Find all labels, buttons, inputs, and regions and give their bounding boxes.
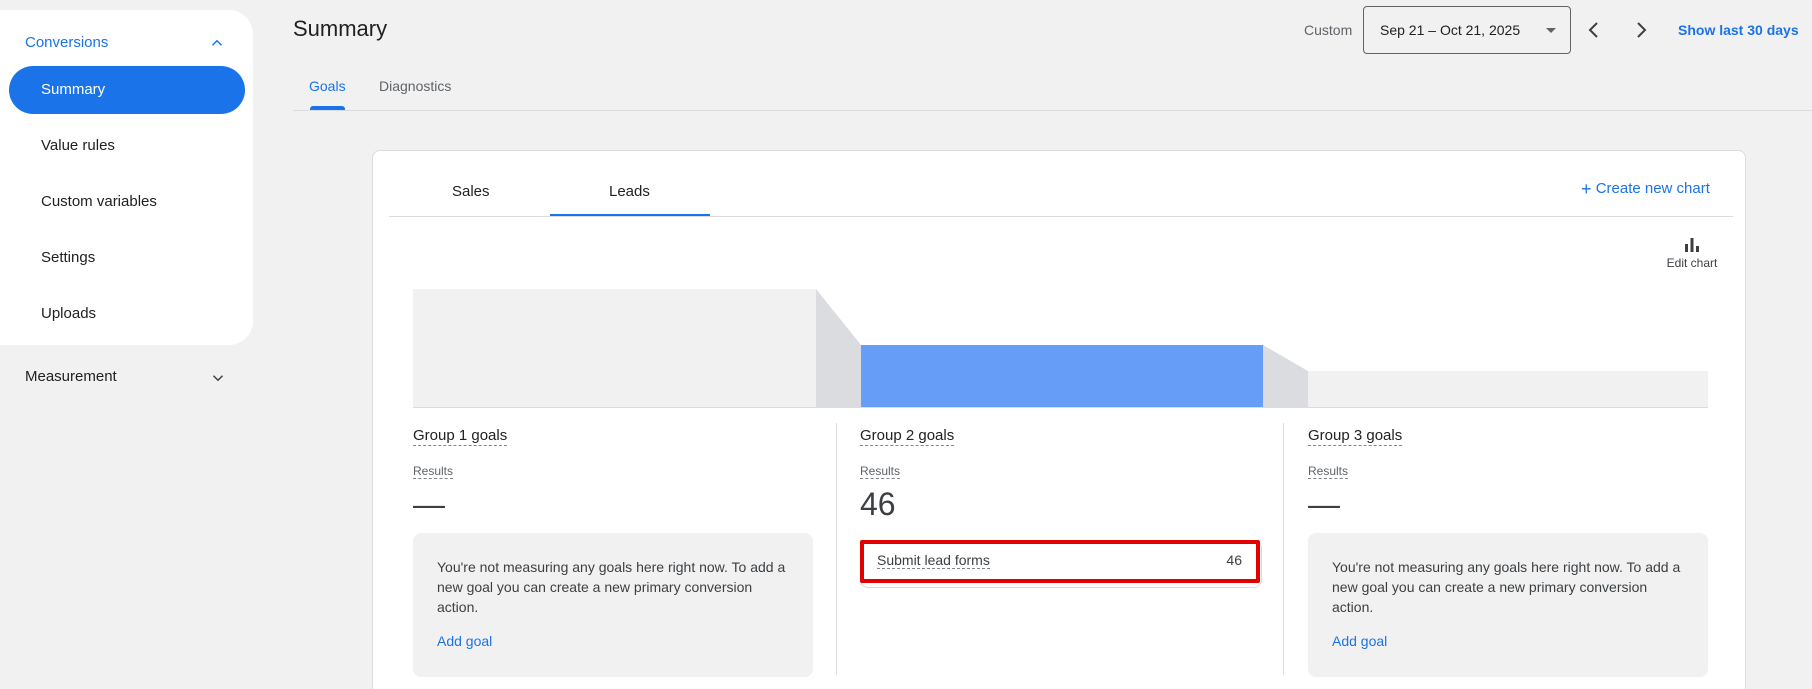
- group-3-title[interactable]: Group 3 goals: [1308, 427, 1403, 446]
- goal-row-submit-lead-forms[interactable]: Submit lead forms 46: [860, 540, 1260, 583]
- sidebar-section-measurement[interactable]: Measurement: [25, 368, 117, 385]
- tab-goals[interactable]: Goals: [309, 78, 346, 94]
- bar-chart-icon: [1685, 238, 1699, 252]
- create-new-chart-label: Create new chart: [1595, 180, 1710, 197]
- date-range-text: Sep 21 – Oct 21, 2025: [1380, 22, 1521, 38]
- group-1-title[interactable]: Group 1 goals: [413, 427, 508, 446]
- group-3-empty-text: You're not measuring any goals here righ…: [1332, 559, 1681, 615]
- group-3-column: Group 3 goals Results —: [1308, 427, 1708, 523]
- show-last-30-days-button[interactable]: Show last 30 days: [1678, 22, 1799, 38]
- funnel-bar-group-2: [861, 345, 1263, 407]
- dropdown-caret-icon: [1546, 28, 1556, 33]
- group-3-empty-state: You're not measuring any goals here righ…: [1308, 533, 1708, 677]
- group-3-results-label[interactable]: Results: [1308, 464, 1349, 479]
- funnel-chart: [413, 289, 1708, 407]
- group-3-add-goal-link[interactable]: Add goal: [1332, 633, 1387, 649]
- create-new-chart-button[interactable]: + Create new chart: [1581, 179, 1710, 200]
- chevron-down-icon[interactable]: [209, 369, 227, 387]
- sidebar-section-conversions[interactable]: Conversions: [25, 34, 108, 51]
- group-1-empty-state: You're not measuring any goals here righ…: [413, 533, 813, 677]
- edit-chart-label: Edit chart: [1666, 256, 1718, 270]
- card-tab-active-indicator: [550, 214, 710, 216]
- sidebar-item-summary[interactable]: Summary: [9, 66, 245, 114]
- goals-card: Sales Leads + Create new chart Edit char…: [372, 150, 1746, 689]
- group-2-column: Group 2 goals Results 46: [860, 427, 1260, 523]
- tab-sales[interactable]: Sales: [452, 183, 490, 200]
- funnel-connector-1: [816, 289, 861, 407]
- sidebar: Conversions Summary Value rules Custom v…: [0, 10, 253, 345]
- funnel-bar-group-3: [1308, 371, 1708, 407]
- custom-label: Custom: [1304, 22, 1353, 38]
- goal-row-name[interactable]: Submit lead forms: [877, 552, 990, 569]
- sidebar-item-custom-variables[interactable]: Custom variables: [9, 178, 245, 226]
- column-divider: [836, 423, 837, 675]
- group-1-empty-text: You're not measuring any goals here righ…: [437, 559, 786, 615]
- plus-icon: +: [1581, 179, 1592, 199]
- goal-row-value: 46: [1226, 552, 1242, 568]
- chevron-up-icon[interactable]: [208, 34, 226, 52]
- chevron-left-icon[interactable]: [1582, 18, 1606, 42]
- sidebar-item-uploads[interactable]: Uploads: [9, 290, 245, 338]
- funnel-connector-2: [1263, 345, 1308, 407]
- sidebar-item-value-rules[interactable]: Value rules: [9, 122, 245, 170]
- group-1-results-value: —: [413, 486, 445, 522]
- column-divider: [1283, 423, 1284, 675]
- group-2-title[interactable]: Group 2 goals: [860, 427, 955, 446]
- card-tabs-divider: [389, 216, 1733, 217]
- tab-diagnostics[interactable]: Diagnostics: [379, 78, 451, 94]
- tabs-divider: [293, 110, 1812, 111]
- funnel-baseline: [413, 407, 1708, 408]
- group-1-results-label[interactable]: Results: [413, 464, 454, 479]
- sidebar-item-settings[interactable]: Settings: [9, 234, 245, 282]
- edit-chart-button[interactable]: Edit chart: [1662, 236, 1722, 270]
- group-1-add-goal-link[interactable]: Add goal: [437, 633, 492, 649]
- funnel-bar-group-1: [413, 289, 816, 407]
- group-2-results-label[interactable]: Results: [860, 464, 901, 479]
- group-2-results-value: 46: [860, 486, 896, 522]
- tab-leads[interactable]: Leads: [609, 183, 650, 200]
- chevron-right-icon[interactable]: [1629, 18, 1653, 42]
- date-range-picker[interactable]: Sep 21 – Oct 21, 2025: [1363, 6, 1571, 54]
- group-1-column: Group 1 goals Results —: [413, 427, 813, 523]
- page-title: Summary: [293, 16, 388, 41]
- group-3-results-value: —: [1308, 486, 1340, 522]
